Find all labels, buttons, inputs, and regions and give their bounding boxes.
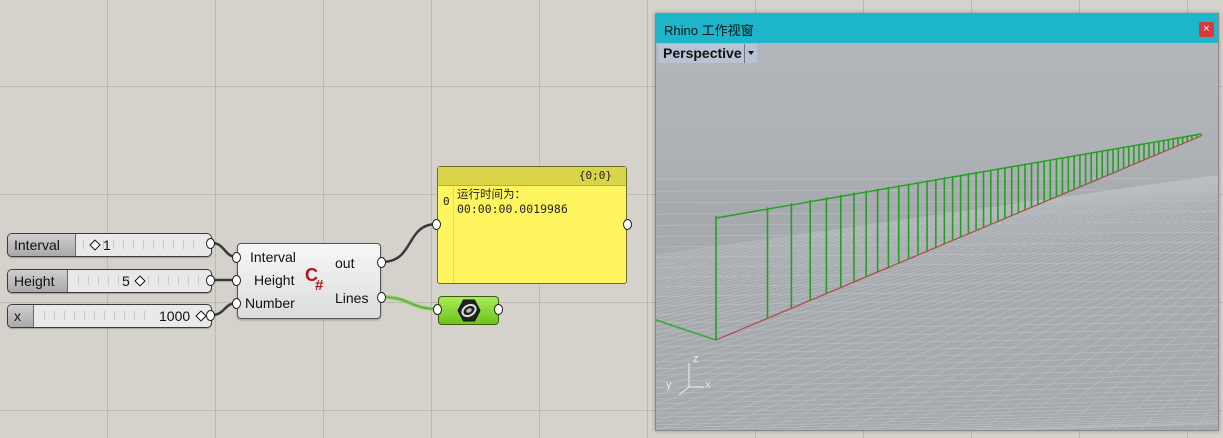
slider-label: Height <box>8 270 68 292</box>
custom-preview-component[interactable] <box>438 296 499 325</box>
input-port-interval[interactable] <box>232 252 241 263</box>
input-port-number[interactable] <box>232 298 241 309</box>
slider-value: 1 <box>103 237 111 253</box>
panel-output-port[interactable] <box>623 219 632 230</box>
number-slider[interactable]: x 1000 <box>7 304 212 328</box>
panel-line: 运行时间为： <box>457 187 526 201</box>
slider-output-port[interactable] <box>206 238 215 249</box>
input-interval-label: Interval <box>250 249 296 265</box>
csharp-script-component[interactable]: Interval Height Number out Lines C # <box>237 243 381 319</box>
slider-output-port[interactable] <box>206 310 215 321</box>
preview-input-port[interactable] <box>433 304 442 315</box>
slider-label: x <box>8 305 34 327</box>
panel-input-port[interactable] <box>432 219 441 230</box>
panel-line: 00:00:00.0019986 <box>457 202 568 216</box>
panel-path: {0;0} <box>438 167 626 186</box>
input-number-label: Number <box>245 295 295 311</box>
window-titlebar[interactable]: Rhino 工作视窗 × <box>656 14 1218 43</box>
viewport-menu-dropdown[interactable] <box>744 44 757 63</box>
output-out-label: out <box>335 255 355 271</box>
chevron-down-icon <box>748 51 754 55</box>
input-height-label: Height <box>254 272 295 288</box>
axis-x-label: x <box>705 379 711 391</box>
axis-z-label: z <box>693 353 699 365</box>
perspective-viewport[interactable]: Perspective z y x <box>656 43 1218 430</box>
output-port-out[interactable] <box>377 257 386 268</box>
close-button[interactable]: × <box>1199 22 1214 37</box>
slider-output-port[interactable] <box>206 275 215 286</box>
rhino-viewport-window[interactable]: Rhino 工作视窗 × Perspective z y x <box>655 13 1219 431</box>
output-lines-label: Lines <box>335 290 369 306</box>
slider-value: 1000 <box>159 308 191 324</box>
panel-index: 0 <box>443 195 450 208</box>
slider-value: 5 <box>122 273 130 289</box>
preview-output-port[interactable] <box>494 304 503 315</box>
csharp-script-icon: C # <box>305 265 324 292</box>
height-slider[interactable]: Height 5 <box>7 269 212 293</box>
slider-grip-icon[interactable] <box>195 310 207 322</box>
interval-slider[interactable]: Interval 1 <box>7 233 212 257</box>
viewport-scene <box>656 133 1218 430</box>
slider-label: Interval <box>8 234 76 256</box>
svg-text:#: # <box>315 277 324 292</box>
output-port-lines[interactable] <box>377 292 386 303</box>
axis-y-label: y <box>666 379 672 391</box>
text-panel[interactable]: {0;0} 0 运行时间为： 00:00:00.0019986 <box>437 166 627 284</box>
window-title: Rhino 工作视窗 <box>664 23 754 38</box>
custom-preview-icon <box>457 299 481 322</box>
input-port-height[interactable] <box>232 275 241 286</box>
viewport-name[interactable]: Perspective <box>658 44 746 63</box>
axis-gizmo-icon <box>678 363 704 396</box>
